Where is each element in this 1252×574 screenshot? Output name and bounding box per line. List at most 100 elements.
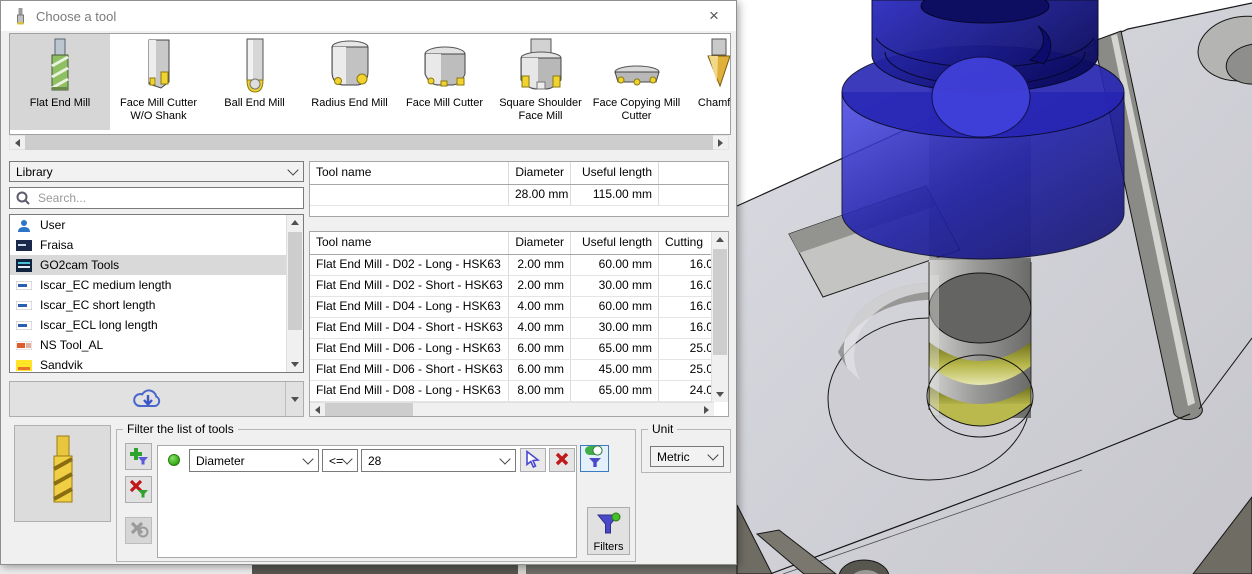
table-row[interactable]: Flat End Mill - D04 - Long - HSK63 4.00 … bbox=[310, 297, 712, 318]
scroll-right-icon[interactable] bbox=[713, 135, 728, 150]
delete-filter-row-button[interactable] bbox=[549, 448, 575, 472]
tool-type-face-copying-mill-cutter[interactable]: Face Copying Mill Cutter bbox=[589, 34, 684, 130]
tool-type-label: Chamfer bbox=[697, 97, 731, 109]
download-options-dropdown[interactable] bbox=[285, 382, 303, 416]
table-row[interactable]: Flat End Mill - D06 - Short - HSK63 6.00… bbox=[310, 360, 712, 381]
library-item-fraisa[interactable]: Fraisa bbox=[10, 235, 303, 255]
scroll-up-icon[interactable] bbox=[287, 215, 303, 230]
table-row[interactable]: Flat End Mill - D04 - Short - HSK63 4.00… bbox=[310, 318, 712, 339]
library-selector[interactable]: Library bbox=[9, 161, 304, 182]
cell-useful-length: 45.00 mm bbox=[571, 360, 659, 380]
filters-button[interactable]: Filters bbox=[587, 507, 630, 555]
unit-select[interactable]: Metric bbox=[650, 446, 724, 467]
tool-type-label: Radius End Mill bbox=[311, 97, 388, 109]
filter-active-led-icon bbox=[168, 454, 180, 466]
scroll-down-icon[interactable] bbox=[712, 387, 728, 402]
tools-table-vscrollbar[interactable] bbox=[711, 232, 728, 402]
iscar-logo-icon bbox=[16, 279, 32, 292]
search-box[interactable] bbox=[9, 187, 304, 209]
unit-value: Metric bbox=[657, 449, 690, 464]
library-item-user[interactable]: User bbox=[10, 215, 303, 235]
scroll-right-icon[interactable] bbox=[699, 402, 714, 416]
cell-cutting: 16.00 mm bbox=[689, 320, 712, 334]
scroll-down-icon[interactable] bbox=[287, 357, 303, 372]
column-header[interactable]: Diameter bbox=[509, 162, 571, 184]
cell-diameter: 6.00 mm bbox=[509, 360, 571, 380]
table-row[interactable]: Flat End Mill - D02 - Long - HSK63 2.00 … bbox=[310, 255, 712, 276]
cell-useful-length: 30.00 mm bbox=[571, 276, 659, 296]
cell-cutting: 16.00 mm bbox=[689, 278, 712, 292]
search-input[interactable] bbox=[36, 190, 280, 206]
scrollbar-thumb[interactable] bbox=[325, 403, 413, 416]
filter-value-input[interactable]: 28 bbox=[361, 449, 516, 472]
remove-filter-icon bbox=[129, 478, 149, 501]
library-item-ns-tool-al[interactable]: NS Tool_AL bbox=[10, 335, 303, 355]
column-header[interactable]: Useful length bbox=[571, 232, 659, 254]
selected-tool-row[interactable]: 28.00 mm 115.00 mm bbox=[310, 185, 728, 206]
chevron-down-icon bbox=[302, 452, 314, 465]
unit-group-label: Unit bbox=[648, 422, 678, 436]
tools-table-hscrollbar[interactable] bbox=[310, 402, 714, 416]
filter-field-select[interactable]: Diameter bbox=[189, 449, 319, 472]
cell-useful-length: 65.00 mm bbox=[571, 339, 659, 359]
library-item-iscar-ec-short[interactable]: Iscar_EC short length bbox=[10, 295, 303, 315]
library-item-go2cam-tools[interactable]: GO2cam Tools bbox=[10, 255, 303, 275]
library-list: User Fraisa GO2cam Tools Iscar_EC medium… bbox=[9, 214, 304, 373]
tool-type-face-mill-cutter[interactable]: Face Mill Cutter bbox=[397, 34, 492, 130]
scroll-left-icon[interactable] bbox=[310, 402, 325, 416]
scroll-up-icon[interactable] bbox=[712, 232, 728, 247]
library-item-label: GO2cam Tools bbox=[40, 258, 120, 272]
tool-type-ball-end-mill[interactable]: Ball End Mill bbox=[207, 34, 302, 130]
scroll-left-icon[interactable] bbox=[10, 135, 25, 150]
tool-type-radius-end-mill[interactable]: Radius End Mill bbox=[302, 34, 397, 130]
user-icon bbox=[16, 219, 32, 232]
tool-type-label: Square Shoulder Face Mill bbox=[499, 97, 582, 122]
tool-type-square-shoulder-face-mill[interactable]: Square Shoulder Face Mill bbox=[492, 34, 589, 130]
column-header[interactable]: Useful length bbox=[571, 162, 659, 184]
ball-end-mill-icon bbox=[240, 36, 270, 94]
filter-operator-value: <= bbox=[329, 453, 343, 468]
table-row[interactable]: Flat End Mill - D02 - Short - HSK63 2.00… bbox=[310, 276, 712, 297]
clear-filter-button-disabled bbox=[125, 517, 152, 544]
scrollbar-thumb[interactable] bbox=[288, 232, 302, 330]
library-item-label: Sandvik bbox=[40, 358, 83, 372]
filter-enable-toggle-button[interactable] bbox=[580, 445, 609, 472]
column-header[interactable]: Diameter bbox=[509, 232, 571, 254]
download-library-button[interactable] bbox=[9, 381, 304, 417]
title-bar[interactable]: Choose a tool × bbox=[1, 1, 736, 31]
scrollbar-thumb[interactable] bbox=[713, 249, 727, 355]
add-filter-icon bbox=[129, 445, 149, 468]
library-item-sandvik[interactable]: Sandvik bbox=[10, 355, 303, 372]
cell-tool-name: Flat End Mill - D06 - Short - HSK63 bbox=[310, 360, 509, 380]
tool-type-flat-end-mill[interactable]: Flat End Mill bbox=[10, 34, 110, 130]
filter-operator-select[interactable]: <= bbox=[322, 449, 358, 472]
close-icon[interactable]: × bbox=[702, 5, 726, 27]
filter-group: Filter the list of tools Diameter <= 28 … bbox=[116, 422, 636, 562]
scrollbar-thumb[interactable] bbox=[25, 135, 713, 150]
cell-diameter: 4.00 mm bbox=[509, 318, 571, 338]
table-row[interactable]: Flat End Mill - D08 - Long - HSK63 8.00 … bbox=[310, 381, 712, 402]
red-x-icon bbox=[554, 451, 570, 470]
library-item-iscar-ecl-long[interactable]: Iscar_ECL long length bbox=[10, 315, 303, 335]
add-filter-button[interactable] bbox=[125, 443, 152, 470]
cell-cutting: 16.00 mm bbox=[689, 299, 712, 313]
column-header[interactable]: Tool name bbox=[310, 162, 509, 184]
filters-button-label: Filters bbox=[593, 541, 624, 553]
unit-group: Unit Metric bbox=[641, 422, 731, 473]
tool-type-chamfer[interactable]: Chamfer bbox=[684, 34, 731, 130]
chevron-down-icon bbox=[287, 163, 299, 176]
tool-type-face-mill-wo-shank[interactable]: Face Mill Cutter W/O Shank bbox=[110, 34, 207, 130]
pick-value-button[interactable] bbox=[520, 448, 546, 472]
library-item-iscar-ec-medium[interactable]: Iscar_EC medium length bbox=[10, 275, 303, 295]
library-list-scrollbar[interactable] bbox=[286, 215, 303, 372]
tool-type-label: Ball End Mill bbox=[224, 97, 285, 109]
cell-diameter: 4.00 mm bbox=[509, 297, 571, 317]
chamfer-mill-icon bbox=[704, 36, 730, 94]
table-row[interactable]: Flat End Mill - D06 - Long - HSK63 6.00 … bbox=[310, 339, 712, 360]
column-header[interactable]: Tool name bbox=[310, 232, 509, 254]
cell-tool-name: Flat End Mill - D02 - Long - HSK63 bbox=[310, 255, 509, 275]
tool-strip-scrollbar[interactable] bbox=[9, 135, 729, 150]
remove-filter-button[interactable] bbox=[125, 476, 152, 503]
cell-diameter: 2.00 mm bbox=[509, 276, 571, 296]
column-header[interactable]: Cutting bbox=[659, 232, 712, 254]
